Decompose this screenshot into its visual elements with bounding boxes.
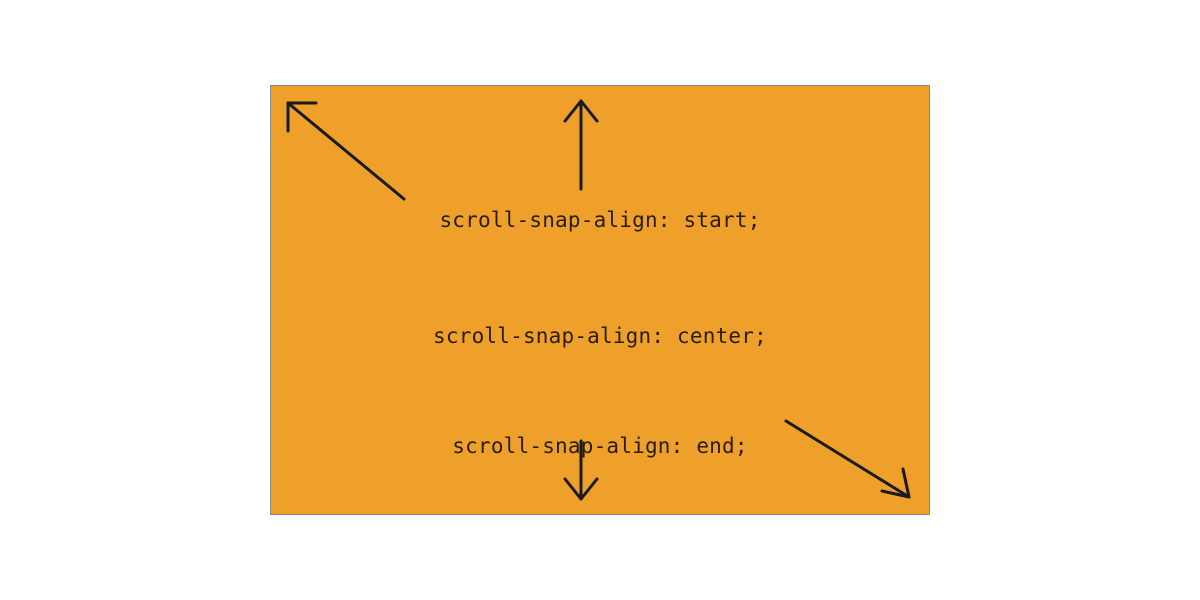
label-center: scroll-snap-align: center; <box>433 324 767 348</box>
arrow-bottom-center-icon <box>561 439 601 509</box>
arrow-top-center-icon <box>561 91 601 191</box>
label-start: scroll-snap-align: start; <box>439 208 760 232</box>
arrow-top-left-icon <box>276 91 406 201</box>
arrow-bottom-right-icon <box>784 419 924 509</box>
scroll-snap-align-diagram: scroll-snap-align: start; scroll-snap-al… <box>270 85 930 515</box>
